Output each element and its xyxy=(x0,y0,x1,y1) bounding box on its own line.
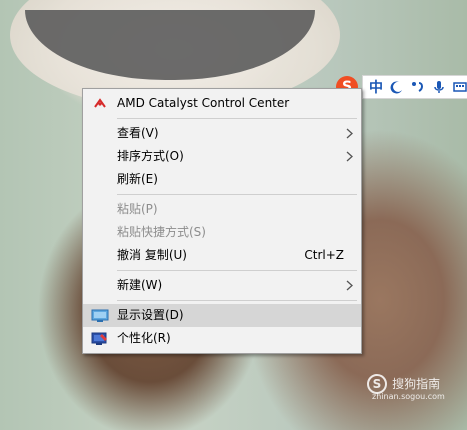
moon-icon[interactable] xyxy=(390,80,404,94)
menu-item-shortcut: Ctrl+Z xyxy=(304,248,344,262)
menu-item-label: 个性化(R) xyxy=(117,331,171,345)
menu-item-amd-catalyst[interactable]: AMD Catalyst Control Center xyxy=(83,92,361,115)
chevron-right-icon xyxy=(346,280,353,291)
menu-item-new[interactable]: 新建(W) xyxy=(83,274,361,297)
punctuation-icon[interactable] xyxy=(411,80,425,94)
menu-item-sort-by[interactable]: 排序方式(O) xyxy=(83,145,361,168)
sogou-watermark: S 搜狗指南 zhinan.sogou.com xyxy=(367,373,445,401)
menu-item-undo-copy[interactable]: 撤消 复制(U) Ctrl+Z xyxy=(83,244,361,267)
menu-item-label: AMD Catalyst Control Center xyxy=(117,96,290,110)
menu-item-label: 查看(V) xyxy=(117,126,159,140)
menu-separator xyxy=(117,194,357,195)
menu-item-label: 显示设置(D) xyxy=(117,308,184,322)
ime-panel: 中 xyxy=(362,75,467,99)
menu-item-label: 刷新(E) xyxy=(117,172,158,186)
menu-item-label: 粘贴快捷方式(S) xyxy=(117,225,206,239)
menu-item-label: 新建(W) xyxy=(117,278,163,292)
menu-separator xyxy=(117,300,357,301)
chevron-right-icon xyxy=(346,128,353,139)
menu-item-label: 排序方式(O) xyxy=(117,149,184,163)
microphone-icon[interactable] xyxy=(432,80,446,94)
watermark-text: 搜狗指南 xyxy=(392,377,441,391)
desktop-context-menu: AMD Catalyst Control Center 查看(V) 排序方式(O… xyxy=(82,88,362,354)
menu-item-personalize[interactable]: 个性化(R) xyxy=(83,327,361,350)
display-settings-icon xyxy=(91,309,109,322)
menu-item-display-settings[interactable]: 显示设置(D) xyxy=(83,304,361,327)
menu-item-paste-shortcut: 粘贴快捷方式(S) xyxy=(83,221,361,244)
amd-catalyst-icon xyxy=(94,98,106,108)
sogou-watermark-logo-icon: S xyxy=(367,373,387,394)
chevron-right-icon xyxy=(346,151,353,162)
menu-item-paste: 粘贴(P) xyxy=(83,198,361,221)
menu-item-view[interactable]: 查看(V) xyxy=(83,122,361,145)
menu-item-label: 撤消 复制(U) xyxy=(117,248,187,262)
menu-separator xyxy=(117,118,357,119)
menu-item-label: 粘贴(P) xyxy=(117,202,158,216)
chinese-mode-toggle[interactable]: 中 xyxy=(369,77,383,97)
menu-item-refresh[interactable]: 刷新(E) xyxy=(83,168,361,191)
watermark-url: zhinan.sogou.com xyxy=(372,391,445,401)
menu-separator xyxy=(117,270,357,271)
personalize-icon xyxy=(91,332,107,345)
keyboard-icon[interactable] xyxy=(453,80,467,94)
